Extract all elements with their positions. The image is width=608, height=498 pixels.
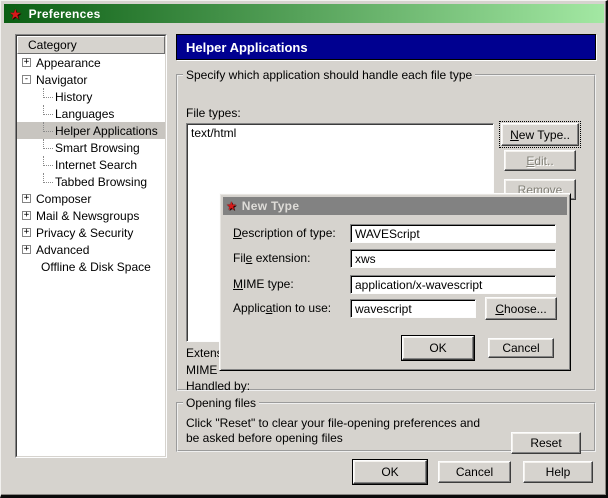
sidebar-item-navigator[interactable]: - Navigator — [17, 71, 165, 88]
tree-branch-line — [43, 121, 53, 132]
choose-button[interactable]: Choose... — [485, 297, 557, 320]
dialog-titlebar[interactable]: ★ New Type — [223, 197, 567, 215]
expand-icon[interactable]: + — [22, 194, 31, 203]
collapse-icon[interactable]: - — [22, 75, 31, 84]
opening-files-description: Click "Reset" to clear your file-opening… — [186, 416, 480, 445]
sidebar-item-offline-disk-space[interactable]: Offline & Disk Space — [17, 258, 165, 275]
file-types-label: File types: — [186, 106, 241, 120]
category-header-label: Category — [28, 38, 77, 52]
sidebar-item-appearance[interactable]: + Appearance — [17, 54, 165, 71]
tree-branch-line — [43, 155, 53, 166]
file-extension-label: File extension: — [233, 251, 311, 265]
dialog-app-icon: ★ — [226, 199, 237, 213]
expand-icon[interactable]: + — [22, 58, 31, 67]
sidebar-item-mail-newsgroups[interactable]: + Mail & Newsgroups — [17, 207, 165, 224]
filetypes-group-legend: Specify which application should handle … — [186, 68, 473, 82]
expand-icon[interactable]: + — [22, 228, 31, 237]
mime-type-field[interactable] — [350, 275, 556, 294]
dialog-cancel-button[interactable]: Cancel — [488, 338, 554, 358]
dialog-ok-button[interactable]: OK — [402, 336, 474, 360]
sidebar-item-tabbed-browsing[interactable]: Tabbed Browsing — [17, 172, 165, 190]
sidebar-item-helper-applications[interactable]: Helper Applications — [17, 121, 165, 139]
category-column-header[interactable]: Category — [17, 36, 165, 54]
application-to-use-field[interactable] — [350, 299, 476, 318]
file-extension-field[interactable] — [350, 249, 556, 268]
tree-branch-line — [43, 104, 53, 115]
window-titlebar[interactable]: ★ Preferences — [4, 4, 604, 23]
category-tree: Category + Appearance - Navigator Histor… — [16, 35, 166, 457]
sidebar-item-composer[interactable]: + Composer — [17, 190, 165, 207]
page-title: Helper Applications — [186, 39, 308, 55]
new-type-button[interactable]: New Type.. — [499, 121, 581, 148]
sidebar-item-smart-browsing[interactable]: Smart Browsing — [17, 138, 165, 156]
sidebar-item-languages[interactable]: Languages — [17, 104, 165, 122]
dialog-title: New Type — [241, 199, 300, 213]
opening-files-legend: Opening files — [186, 396, 257, 410]
sidebar-item-advanced[interactable]: + Advanced — [17, 241, 165, 258]
description-of-type-label: Description of type: — [233, 226, 336, 240]
page-title-banner: Helper Applications — [176, 34, 596, 60]
new-type-dialog: ★ New Type Description of type: File ext… — [219, 193, 571, 371]
extension-detail-label: Extens — [186, 346, 223, 360]
tree-branch-line — [43, 138, 53, 149]
app-icon: ★ — [9, 5, 22, 22]
application-to-use-label: Application to use: — [233, 301, 332, 315]
description-of-type-field[interactable] — [350, 224, 556, 243]
handled-by-detail-label: Handled by: — [186, 379, 251, 393]
tree-branch-line — [43, 172, 53, 183]
ok-button[interactable]: OK — [353, 460, 427, 484]
cancel-button[interactable]: Cancel — [438, 461, 511, 483]
reset-button[interactable]: Reset — [511, 432, 581, 454]
window-title: Preferences — [28, 6, 101, 21]
preferences-window: ★ Preferences Category + Appearance - Na… — [0, 0, 608, 498]
category-panel: Category + Appearance - Navigator Histor… — [15, 34, 167, 458]
list-item[interactable]: text/html — [187, 124, 493, 140]
expand-icon[interactable]: + — [22, 245, 31, 254]
mime-detail-label: MIME — [186, 363, 218, 377]
mime-type-label: MIME type: — [233, 277, 294, 291]
expand-icon[interactable]: + — [22, 211, 31, 220]
tree-branch-line — [43, 87, 53, 98]
opening-files-group: Opening files Click "Reset" to clear you… — [176, 396, 596, 454]
edit-button[interactable]: Edit.. — [504, 150, 576, 171]
sidebar-item-internet-search[interactable]: Internet Search — [17, 155, 165, 173]
help-button[interactable]: Help — [523, 461, 593, 483]
sidebar-item-privacy-security[interactable]: + Privacy & Security — [17, 224, 165, 241]
sidebar-item-history[interactable]: History — [17, 87, 165, 105]
